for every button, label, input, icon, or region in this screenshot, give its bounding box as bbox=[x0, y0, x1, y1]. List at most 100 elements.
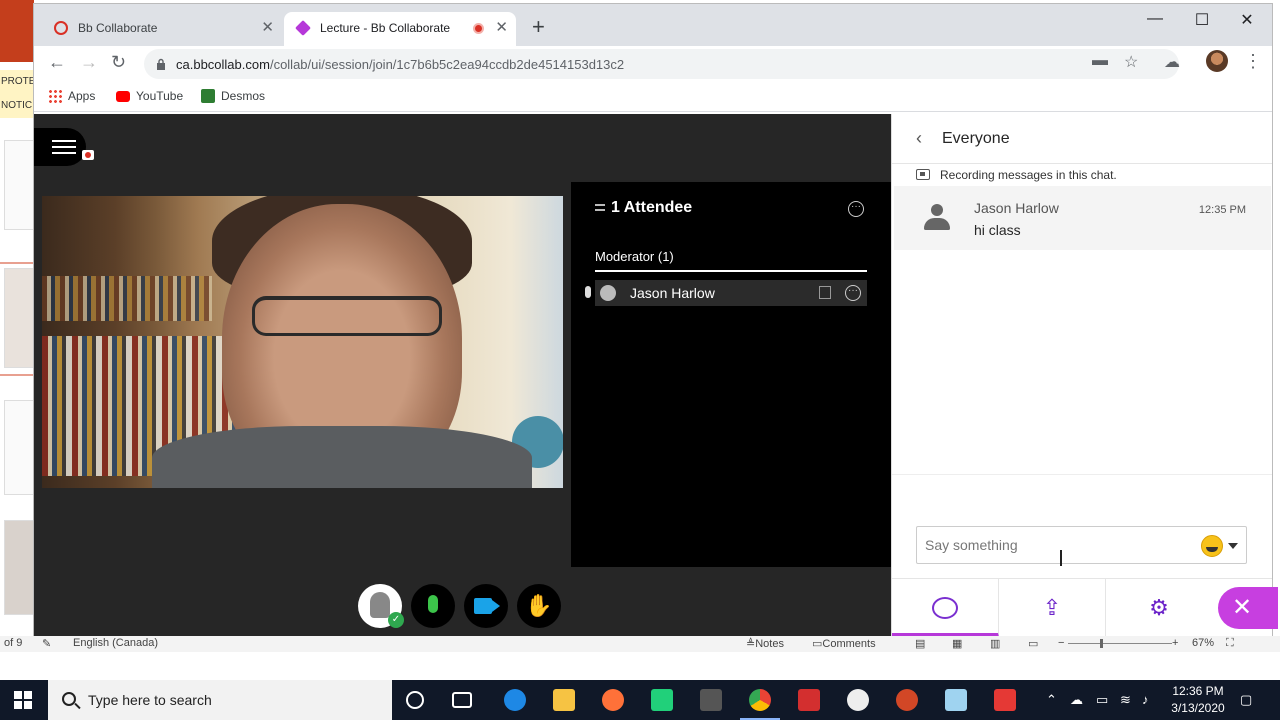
drag-handle-icon[interactable] bbox=[595, 204, 605, 212]
chat-header: ‹ Everyone bbox=[892, 114, 1272, 164]
powerpoint-icon[interactable] bbox=[896, 689, 918, 711]
comments-button[interactable]: ▭ Comments bbox=[812, 637, 876, 650]
profile-avatar[interactable] bbox=[1206, 50, 1228, 72]
slideshow-icon[interactable]: ▭ bbox=[1028, 637, 1038, 650]
browser-menu-icon[interactable]: ⋮ bbox=[1244, 51, 1262, 72]
attendees-options-icon[interactable]: ··· bbox=[848, 201, 864, 217]
my-status-button[interactable]: ✓ bbox=[358, 584, 404, 628]
chevron-up-icon[interactable]: ⌃ bbox=[1046, 692, 1057, 708]
recording-icon bbox=[82, 150, 94, 160]
close-tab-icon[interactable]: ✕ bbox=[495, 12, 508, 44]
language-status[interactable]: English (Canada) bbox=[73, 637, 158, 649]
close-panel-button[interactable]: ✕ bbox=[1218, 587, 1278, 629]
desmos-icon bbox=[201, 89, 215, 103]
zoom-in-icon[interactable]: + bbox=[1172, 637, 1178, 649]
photos-icon[interactable] bbox=[847, 689, 869, 711]
reading-view-icon[interactable]: ▥ bbox=[990, 637, 1000, 650]
tab-label: Bb Collaborate bbox=[78, 21, 158, 35]
text-cursor bbox=[1060, 550, 1062, 566]
bookmark-desmos[interactable]: Desmos bbox=[201, 89, 265, 103]
taskbar-search[interactable]: Type here to search bbox=[48, 680, 392, 720]
tab-bb-collaborate[interactable]: Bb Collaborate ✕ bbox=[42, 12, 282, 46]
bookmark-apps[interactable]: Apps bbox=[48, 89, 95, 103]
glasses bbox=[252, 296, 442, 336]
youtube-icon bbox=[116, 91, 130, 102]
audio-editor-icon[interactable] bbox=[700, 689, 722, 711]
camera-access-icon[interactable]: ▬ bbox=[1092, 52, 1108, 70]
background-powerpoint-window: PROTE NOTIC bbox=[0, 0, 34, 636]
start-button[interactable] bbox=[14, 691, 32, 709]
back-button[interactable]: ← bbox=[48, 52, 66, 73]
address-bar[interactable]: ca.bbcollab.com/collab/ui/session/join/1… bbox=[144, 49, 1179, 79]
windows-taskbar: Type here to search ⌃ ☁ ▭ ≋ ♪ 12:36 PM 3… bbox=[0, 680, 1280, 720]
lock-icon bbox=[156, 57, 166, 70]
notes-label: Notes bbox=[755, 638, 784, 650]
notes-button[interactable]: ≜ Notes bbox=[746, 637, 784, 650]
zoom-level[interactable]: 67% bbox=[1192, 637, 1214, 649]
notifications-icon[interactable]: ▢ bbox=[1240, 692, 1252, 708]
slide-thumbnail[interactable] bbox=[4, 140, 34, 230]
cortana-icon[interactable] bbox=[406, 691, 424, 709]
pen-tool-icon[interactable] bbox=[945, 689, 967, 711]
video-camera-icon bbox=[474, 598, 500, 614]
recorder-icon[interactable] bbox=[994, 689, 1016, 711]
emoji-icon[interactable] bbox=[1201, 535, 1223, 557]
search-icon bbox=[62, 692, 76, 706]
tab-lecture[interactable]: Lecture - Bb Collaborate ✕ bbox=[284, 12, 516, 46]
minimize-button[interactable]: — bbox=[1140, 10, 1170, 28]
task-view-icon[interactable] bbox=[452, 692, 472, 708]
forward-button[interactable]: → bbox=[80, 52, 98, 73]
attendee-options-icon[interactable]: ··· bbox=[845, 285, 861, 301]
zoom-slider-thumb[interactable] bbox=[1100, 639, 1103, 648]
volume-icon[interactable]: ♪ bbox=[1142, 692, 1149, 707]
divider bbox=[892, 474, 1272, 475]
chevron-down-icon[interactable] bbox=[1228, 543, 1238, 549]
slide-thumbnail[interactable] bbox=[4, 520, 34, 615]
tab-share-content[interactable]: ⇪ bbox=[999, 579, 1106, 637]
firefox-icon[interactable] bbox=[602, 689, 624, 711]
url-path: /collab/ui/session/join/1c7b6b5c2ea94ccd… bbox=[269, 57, 625, 72]
chat-input[interactable] bbox=[925, 535, 1185, 555]
acrobat-icon[interactable] bbox=[798, 689, 820, 711]
battery-icon[interactable]: ▭ bbox=[1096, 692, 1108, 708]
tab-chat[interactable] bbox=[892, 579, 999, 637]
back-chevron-icon[interactable]: ‹ bbox=[916, 128, 922, 149]
taskbar-clock[interactable]: 12:36 PM 3/13/2020 bbox=[1168, 683, 1228, 717]
close-tab-icon[interactable]: ✕ bbox=[261, 12, 274, 44]
slide-thumbnail[interactable] bbox=[4, 268, 34, 368]
bookmark-youtube[interactable]: YouTube bbox=[116, 89, 183, 103]
session-menu-button[interactable] bbox=[34, 128, 86, 166]
edge-icon[interactable] bbox=[504, 689, 526, 711]
camera-button[interactable] bbox=[464, 584, 508, 628]
chrome-icon[interactable] bbox=[749, 689, 771, 711]
bookmark-label: Desmos bbox=[221, 89, 266, 103]
hamburger-icon bbox=[52, 140, 76, 154]
chat-input-box bbox=[916, 526, 1247, 564]
spellcheck-icon[interactable]: ✎ bbox=[42, 637, 51, 650]
maximize-button[interactable]: ☐ bbox=[1187, 10, 1217, 30]
microphone-button[interactable] bbox=[411, 584, 455, 628]
slide-sorter-icon[interactable]: ▦ bbox=[952, 637, 962, 650]
slide-thumbnail[interactable] bbox=[4, 400, 34, 495]
fit-slide-icon[interactable]: ⛶ bbox=[1226, 637, 1234, 650]
onedrive-icon[interactable]: ☁ bbox=[1070, 692, 1083, 708]
attendee-row[interactable]: Jason Harlow ··· bbox=[585, 280, 867, 306]
wifi-icon[interactable]: ≋ bbox=[1120, 692, 1131, 708]
zoom-slider[interactable] bbox=[1068, 643, 1172, 644]
file-explorer-icon[interactable] bbox=[553, 689, 575, 711]
loading-icon bbox=[54, 21, 68, 35]
cloud-extension-icon[interactable]: ☁ bbox=[1164, 52, 1180, 72]
reload-button[interactable]: ↻ bbox=[111, 52, 126, 73]
tab-settings[interactable]: ⚙ bbox=[1106, 579, 1213, 637]
camtasia-icon[interactable] bbox=[651, 689, 673, 711]
notice-line: NOTIC bbox=[1, 100, 33, 111]
url-text: ca.bbcollab.com/collab/ui/session/join/1… bbox=[176, 57, 624, 72]
close-window-button[interactable]: ✕ bbox=[1232, 10, 1262, 30]
thumbnail-separator bbox=[0, 262, 34, 264]
normal-view-icon[interactable]: ▤ bbox=[915, 637, 925, 650]
panel-tabs: ⇪ ⚙ ✕ bbox=[892, 578, 1278, 637]
bookmark-star-icon[interactable]: ☆ bbox=[1124, 52, 1138, 72]
raise-hand-button[interactable]: ✋ bbox=[517, 584, 561, 628]
new-tab-button[interactable]: + bbox=[532, 14, 545, 40]
zoom-out-icon[interactable]: − bbox=[1058, 637, 1064, 649]
